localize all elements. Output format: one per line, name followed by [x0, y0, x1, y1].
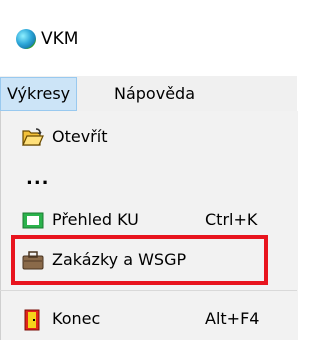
- menu-vykresy[interactable]: Výkresy: [0, 77, 78, 111]
- open-folder-icon: [22, 127, 44, 147]
- menu-item-label: Přehled KU: [52, 210, 139, 229]
- menu-item-konec[interactable]: Konec Alt+F4: [0, 299, 297, 339]
- menu-item-label: Otevřít: [52, 127, 108, 146]
- menu-item-shortcut: Alt+F4: [205, 309, 260, 328]
- highlight-box: [11, 235, 268, 285]
- exit-door-icon: [22, 309, 44, 331]
- menu-item-label: Konec: [52, 309, 101, 328]
- title-bar: VKM: [0, 0, 297, 76]
- menu-item-prehled-ku[interactable]: Přehled KU Ctrl+K: [0, 200, 297, 240]
- app-title: VKM: [41, 29, 79, 49]
- menu-item-ellipsis[interactable]: ...: [26, 168, 50, 189]
- menu-item-otevrit[interactable]: Otevřít: [0, 117, 297, 157]
- menu-divider: [0, 290, 297, 291]
- menu-napoveda[interactable]: Nápověda: [108, 77, 201, 111]
- app-globe-icon: [16, 29, 36, 49]
- menu-item-shortcut: Ctrl+K: [205, 210, 258, 229]
- overview-icon: [22, 210, 44, 230]
